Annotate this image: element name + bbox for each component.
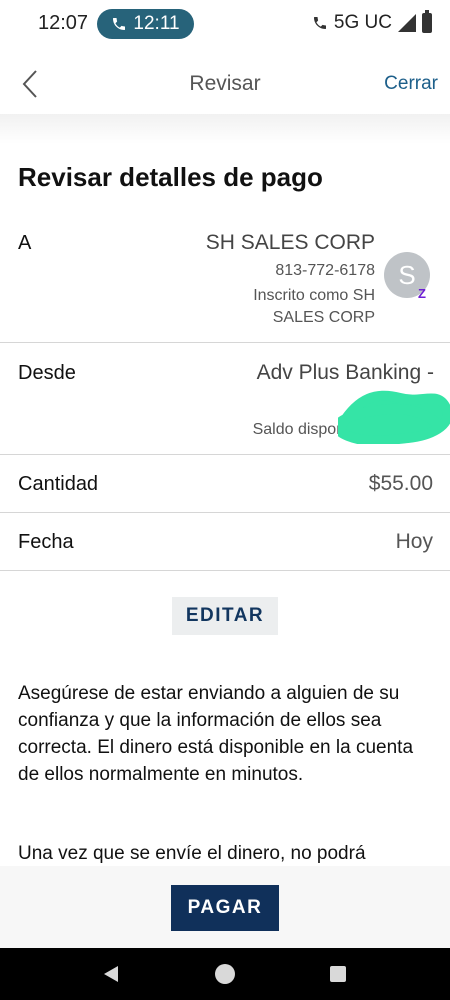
amount-label: Cantidad <box>18 473 99 495</box>
nav-recents-icon[interactable] <box>330 966 346 982</box>
status-time: 12:07 <box>38 12 89 34</box>
enrolled-as-line2: SALES CORP <box>272 309 375 326</box>
ongoing-call-pill[interactable]: 12:11 <box>97 9 194 39</box>
wifi-calling-icon <box>313 17 326 29</box>
recipient-phone: 813-772-6178 <box>275 262 375 279</box>
notice-paragraph-cutoff: Una vez que se envíe el dinero, no podrá <box>18 843 366 864</box>
page-title: Revisar detalles de pago <box>18 162 323 192</box>
call-time: 12:11 <box>133 13 180 34</box>
header-shadow <box>0 114 450 144</box>
redaction-scribble <box>338 390 450 444</box>
date-label: Fecha <box>18 531 74 553</box>
app-header: Revisar Cerrar <box>0 52 450 114</box>
divider <box>0 342 450 343</box>
divider <box>0 512 450 513</box>
edit-button[interactable]: EDITAR <box>172 597 278 635</box>
divider <box>0 570 450 571</box>
to-label: A <box>18 232 32 254</box>
divider <box>0 454 450 455</box>
status-bar: 12:07 12:11 5G UC <box>0 0 450 52</box>
nav-home-icon[interactable] <box>215 964 235 984</box>
network-type: 5G UC <box>333 12 392 33</box>
pay-button[interactable]: PAGAR <box>171 885 279 931</box>
nav-back-icon[interactable] <box>104 966 118 982</box>
close-button[interactable]: Cerrar <box>384 73 438 95</box>
signal-icon <box>398 14 416 32</box>
status-indicators: 5G UC <box>312 10 432 34</box>
date-value: Hoy <box>395 530 433 553</box>
notice-paragraph: Asegúrese de estar enviando a alguien de… <box>18 683 414 785</box>
header-title: Revisar <box>189 72 261 95</box>
enrolled-as-line1: Inscrito como SH <box>253 287 375 304</box>
amount-value: $55.00 <box>368 472 433 495</box>
battery-icon <box>422 10 432 33</box>
zelle-icon: Z <box>418 286 426 301</box>
phone-icon <box>113 18 126 30</box>
recipient-name: SH SALES CORP <box>205 231 375 254</box>
from-label: Desde <box>18 362 76 384</box>
from-account: Adv Plus Banking - <box>256 361 434 384</box>
